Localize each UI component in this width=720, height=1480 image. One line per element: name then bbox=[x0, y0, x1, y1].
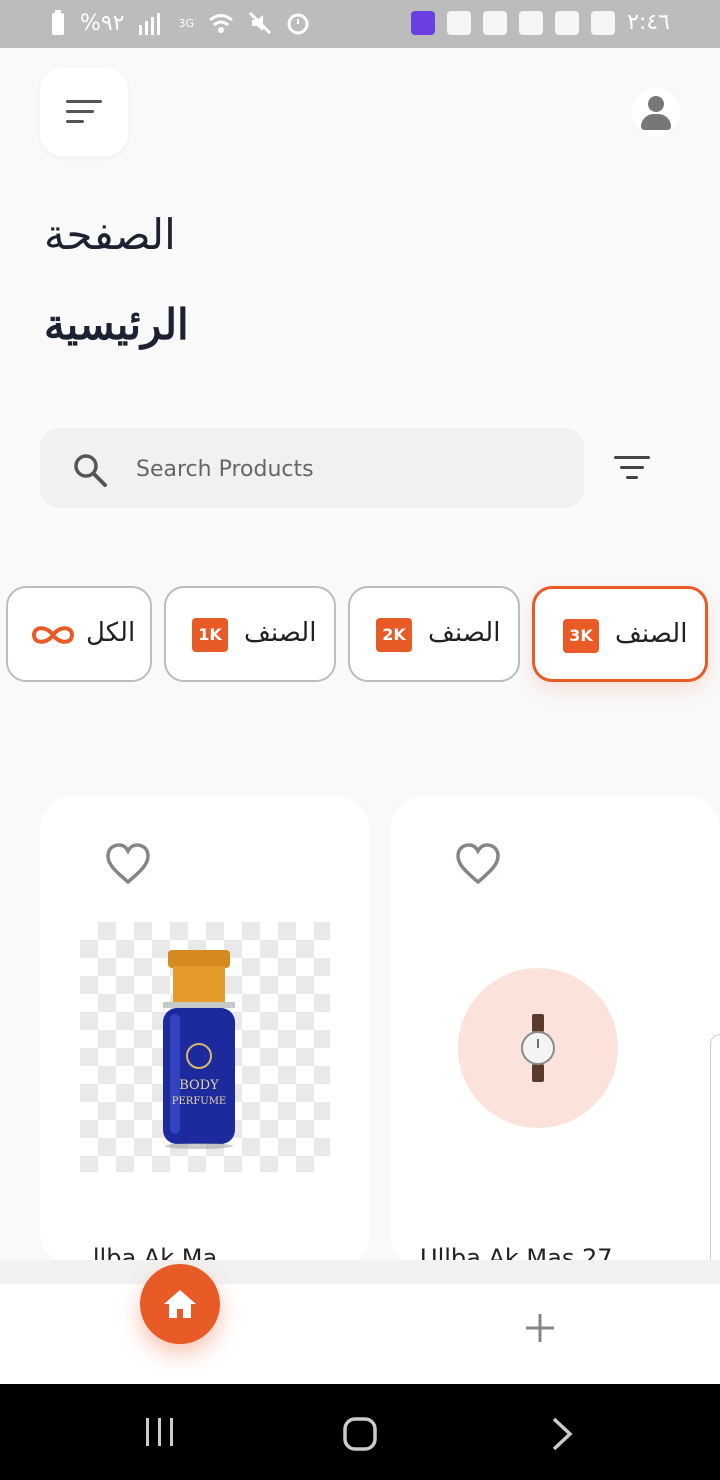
chip-category-1k[interactable]: 1K الصنف bbox=[164, 586, 336, 682]
infinity-icon bbox=[28, 620, 78, 654]
signal-icon bbox=[138, 13, 160, 35]
search-input[interactable] bbox=[134, 446, 558, 492]
recent-apps-icon[interactable] bbox=[140, 1416, 180, 1452]
chip-badge-3k: 3K bbox=[563, 619, 599, 653]
heart-outline-icon[interactable] bbox=[454, 842, 502, 890]
chip-all-label: الكل bbox=[86, 618, 136, 648]
mute-icon bbox=[249, 11, 272, 35]
mail-icon bbox=[591, 10, 616, 35]
chip-label-2k: الصنف bbox=[428, 618, 501, 648]
back-icon[interactable] bbox=[550, 1416, 574, 1456]
chip-category-3k[interactable]: 3K الصنف bbox=[532, 586, 708, 682]
status-left: %٩٢ 3G bbox=[50, 10, 310, 36]
chip-category-2k[interactable]: 2K الصنف bbox=[348, 586, 520, 682]
menu-button[interactable] bbox=[40, 68, 128, 156]
add-button[interactable] bbox=[520, 1308, 560, 1352]
search-bar[interactable] bbox=[40, 428, 584, 508]
page-title-line2: الرئيسية bbox=[44, 300, 189, 349]
battery-percent: %٩٢ bbox=[80, 10, 125, 36]
bottom-nav bbox=[0, 1284, 720, 1384]
system-nav-bar bbox=[0, 1384, 720, 1480]
chip-badge-2k: 2K bbox=[376, 618, 412, 652]
category-chips: الكل 1K الصنف 2K الصنف 3K الصنف bbox=[0, 586, 720, 686]
status-right: ٢:٤٦ bbox=[411, 10, 670, 35]
top-bar bbox=[0, 48, 720, 188]
filter-button[interactable] bbox=[612, 452, 652, 484]
product-image: BODY PERFUME bbox=[80, 922, 330, 1172]
page-title-line1: الصفحة bbox=[44, 210, 176, 259]
bottom-nav-divider bbox=[0, 1260, 720, 1284]
status-bar: %٩٢ 3G ٢:٤٦ bbox=[0, 0, 720, 48]
home-button[interactable] bbox=[140, 1264, 220, 1344]
chip-label-3k: الصنف bbox=[615, 619, 688, 649]
image-icon bbox=[519, 10, 544, 35]
video-icon bbox=[447, 10, 472, 35]
plus-icon bbox=[520, 1314, 560, 1352]
alarm-icon bbox=[287, 13, 309, 35]
heart-outline-icon[interactable] bbox=[104, 842, 152, 890]
wifi-icon bbox=[209, 14, 234, 33]
home-icon bbox=[160, 1284, 200, 1328]
clock: ٢:٤٦ bbox=[627, 10, 670, 35]
product-image-text-2: PERFUME bbox=[172, 1096, 226, 1107]
search-icon bbox=[70, 450, 110, 494]
v-app-icon bbox=[555, 10, 580, 35]
network-type: 3G bbox=[178, 16, 195, 30]
app-notification-icon bbox=[411, 10, 436, 35]
product-card[interactable]: BODY PERFUME ...llba Ak Ma bbox=[40, 796, 370, 1266]
chip-all[interactable]: الكل bbox=[6, 586, 152, 682]
battery-icon bbox=[52, 10, 64, 35]
chip-badge-1k: 1K bbox=[192, 618, 228, 652]
product-image-text-1: BODY bbox=[179, 1078, 219, 1093]
product-image bbox=[458, 968, 618, 1128]
usb-icon bbox=[483, 10, 508, 35]
profile-button[interactable] bbox=[632, 88, 680, 136]
product-card[interactable]: Ullba Ak Mas 27 bbox=[390, 796, 720, 1266]
home-nav-icon[interactable] bbox=[342, 1416, 378, 1456]
chip-label-1k: الصنف bbox=[244, 618, 317, 648]
